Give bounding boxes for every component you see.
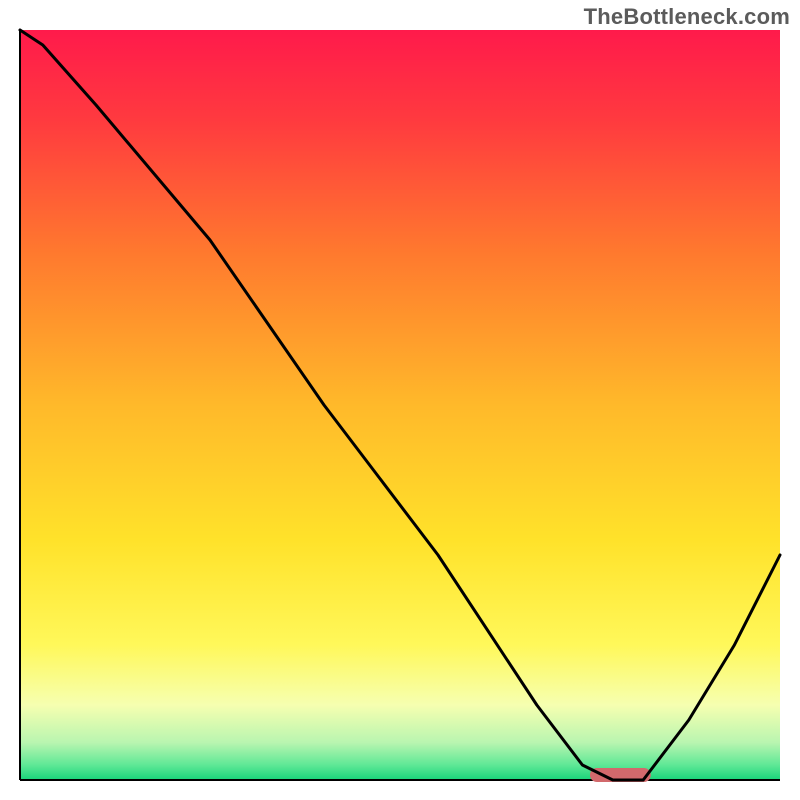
bottleneck-chart bbox=[0, 0, 800, 800]
chart-background-gradient bbox=[20, 30, 780, 780]
